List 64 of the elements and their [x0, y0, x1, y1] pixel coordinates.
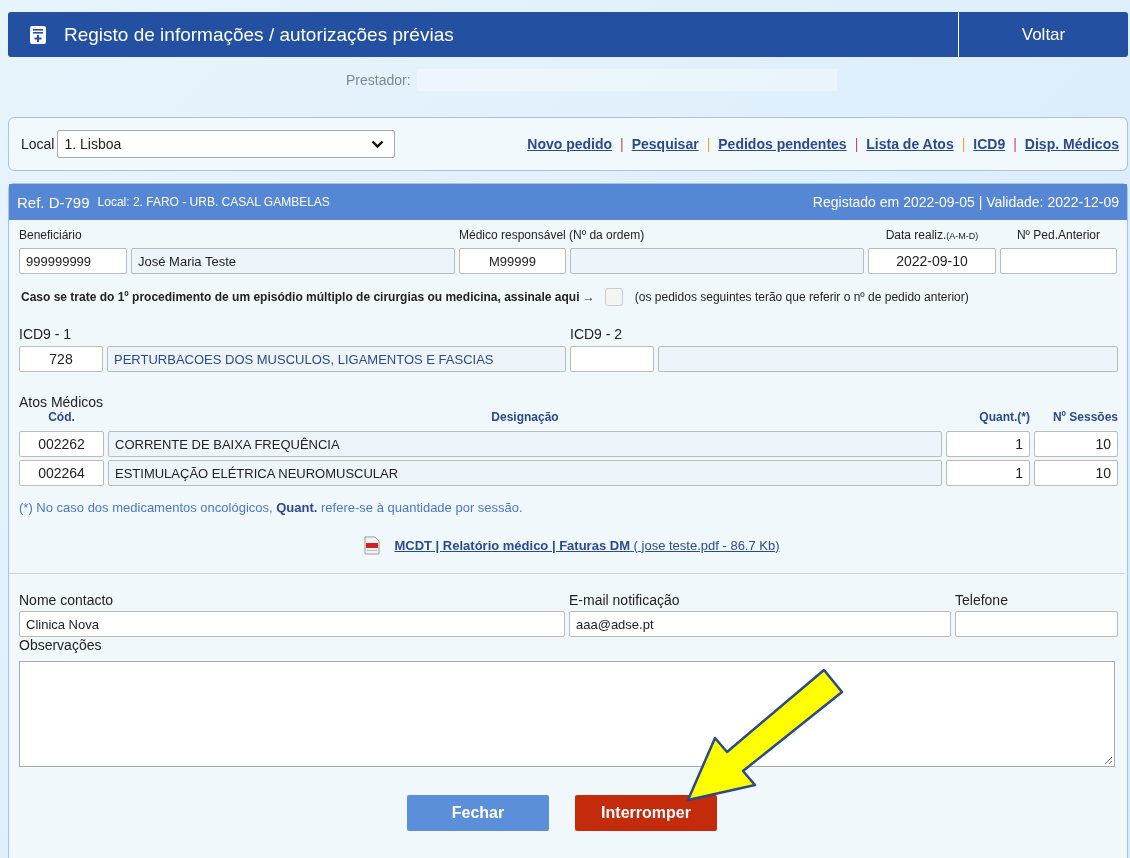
section-label: Atos Médicos: [19, 394, 105, 410]
icd9-code-field[interactable]: [570, 346, 654, 372]
previous-request-field[interactable]: [1000, 248, 1117, 274]
icd9-description-field: PERTURBACOES DOS MUSCULOS, LIGAMENTOS E FASCIAS: [107, 346, 566, 372]
pdf-file-icon: [364, 535, 381, 555]
email-field[interactable]: aaa@adse.pt: [569, 611, 951, 637]
chevron-down-icon: [371, 139, 385, 149]
column-header: Quant.(*): [978, 410, 1030, 424]
document-plus-icon: [30, 25, 46, 44]
beneficiary-number-field[interactable]: 999999999: [19, 248, 127, 274]
field-label: Data realiz.(A-M-D): [884, 228, 980, 242]
field-label: Nome contacto: [19, 592, 115, 608]
nav-link[interactable]: Lista de Atos: [866, 136, 954, 152]
back-button[interactable]: Voltar: [958, 12, 1128, 57]
field-label: Beneficiário: [19, 228, 83, 242]
column-header: Cód.: [47, 410, 76, 424]
quantity-field[interactable]: 1: [946, 431, 1030, 457]
quantity-field[interactable]: 1: [946, 460, 1030, 486]
icd9-code-field[interactable]: 728: [19, 346, 103, 372]
link-separator: |: [1013, 136, 1017, 152]
link-separator: |: [706, 136, 711, 152]
contact-name-field[interactable]: Clinica Nova: [19, 611, 565, 637]
act-code-field[interactable]: 002262: [19, 431, 104, 457]
footnote: (*) No caso dos medicamentos oncológicos, Quant. refere-se à quantidade por sessão.: [19, 500, 524, 515]
beneficiary-name-field: José Maria Teste: [131, 248, 455, 274]
act-designation-field: ESTIMULAÇÃO ELÉTRICA NEUROMUSCULAR: [108, 460, 942, 486]
provider-label: Prestador:: [346, 72, 411, 88]
multiple-procedure-prompt: Caso se trate do 1º procedimento de um episódio múltiplo de cirurgias ou medicina, assinale aqui →: [21, 290, 595, 304]
phone-field[interactable]: [955, 611, 1118, 637]
attachment-link[interactable]: MCDT | Relatório médico | Faturas DM ( jose teste.pdf - 86.7 Kb): [394, 537, 780, 553]
nav-link[interactable]: Pedidos pendentes: [718, 136, 847, 152]
location-label: Local: [21, 136, 55, 152]
nav-link[interactable]: Pesquisar: [631, 136, 699, 152]
registration-dates: Registado em 2022-09-05 | Validade: 2022-12-09: [812, 194, 1119, 210]
field-label: Observações: [19, 637, 103, 653]
page-title: Registo de informações / autorizações prévias: [64, 23, 455, 46]
date-field[interactable]: 2022-09-10: [868, 248, 996, 274]
request-location: Local: 2. FARO - URB. CASAL GAMBELAS: [97, 195, 330, 209]
field-label: ICD9 - 2: [570, 326, 624, 342]
request-reference: Ref. D-799: [17, 193, 90, 211]
link-separator: |: [961, 136, 966, 152]
act-code-field[interactable]: 002264: [19, 460, 104, 486]
column-header: Nº Sessões: [1051, 410, 1118, 424]
field-label: E-mail notificação: [569, 592, 681, 608]
multiple-procedure-note: (os pedidos seguintes terão que referir o nº de pedido anterior): [634, 290, 969, 304]
sessions-field[interactable]: 10: [1034, 431, 1118, 457]
nav-link[interactable]: ICD9: [973, 136, 1006, 152]
doctor-number-field[interactable]: M99999: [459, 248, 566, 274]
field-label: Telefone: [955, 592, 1009, 608]
location-select[interactable]: 1. Lisboa: [57, 130, 396, 158]
nav-link[interactable]: Disp. Médicos: [1024, 136, 1119, 152]
act-designation-field: CORRENTE DE BAIXA FREQUÊNCIA: [108, 431, 942, 457]
column-header: Designação: [490, 410, 560, 424]
link-separator: |: [620, 136, 624, 152]
link-separator: |: [854, 136, 859, 152]
nav-link[interactable]: Novo pedido: [527, 136, 613, 152]
sessions-field[interactable]: 10: [1034, 460, 1118, 486]
action-button[interactable]: Interromper: [575, 795, 717, 831]
resize-grip-icon: [1104, 756, 1112, 764]
notes-field[interactable]: [19, 661, 1115, 767]
field-label: Médico responsável (Nº da ordem): [459, 228, 646, 242]
field-label: Nº Ped.Anterior: [1015, 228, 1102, 242]
field-label: ICD9 - 1: [19, 326, 73, 342]
multiple-procedure-checkbox[interactable]: [604, 288, 623, 306]
